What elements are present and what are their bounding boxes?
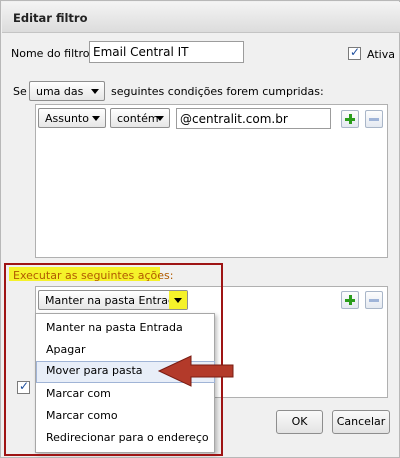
- remove-action-button[interactable]: [365, 291, 383, 309]
- condition-field-select[interactable]: Assunto: [38, 108, 106, 128]
- dialog-title: Editar filtro: [13, 11, 88, 25]
- arrow-left-icon: [157, 355, 234, 387]
- minus-icon: [369, 118, 379, 121]
- condition-field-value: Assunto: [45, 112, 89, 125]
- condition-value-input[interactable]: @centralit.com.br: [176, 108, 331, 129]
- condition-value-text: @centralit.com.br: [180, 112, 288, 126]
- chevron-down-icon: [156, 116, 164, 121]
- match-type-select[interactable]: uma das: [29, 81, 105, 101]
- chevron-down-icon: [91, 89, 99, 94]
- filter-name-input[interactable]: Email Central IT: [89, 41, 244, 63]
- chevron-down-icon: [92, 116, 100, 121]
- edit-filter-dialog: Editar filtro Nome do filtro: Email Cent…: [0, 0, 400, 458]
- check-icon: ✓: [350, 45, 361, 59]
- filter-name-label: Nome do filtro:: [11, 47, 94, 60]
- filter-name-value: Email Central IT: [93, 45, 189, 59]
- add-condition-button[interactable]: [341, 110, 359, 128]
- match-type-value: uma das: [36, 85, 84, 98]
- add-action-button[interactable]: [341, 291, 359, 309]
- cancel-button[interactable]: Cancelar: [332, 410, 390, 434]
- condition-suffix: seguintes condições forem cumpridas:: [111, 85, 324, 98]
- condition-operator-select[interactable]: contém: [110, 108, 170, 128]
- condition-operator-value: contém: [117, 112, 159, 125]
- plus-icon-vertical: [349, 114, 352, 124]
- remove-condition-button[interactable]: [365, 110, 383, 128]
- active-checkbox[interactable]: ✓: [348, 45, 361, 60]
- condition-prefix: Se: [13, 85, 27, 98]
- minus-icon: [369, 299, 379, 302]
- ok-button[interactable]: OK: [276, 410, 323, 434]
- active-label: Ativa: [367, 48, 395, 61]
- plus-icon-vertical: [349, 295, 352, 305]
